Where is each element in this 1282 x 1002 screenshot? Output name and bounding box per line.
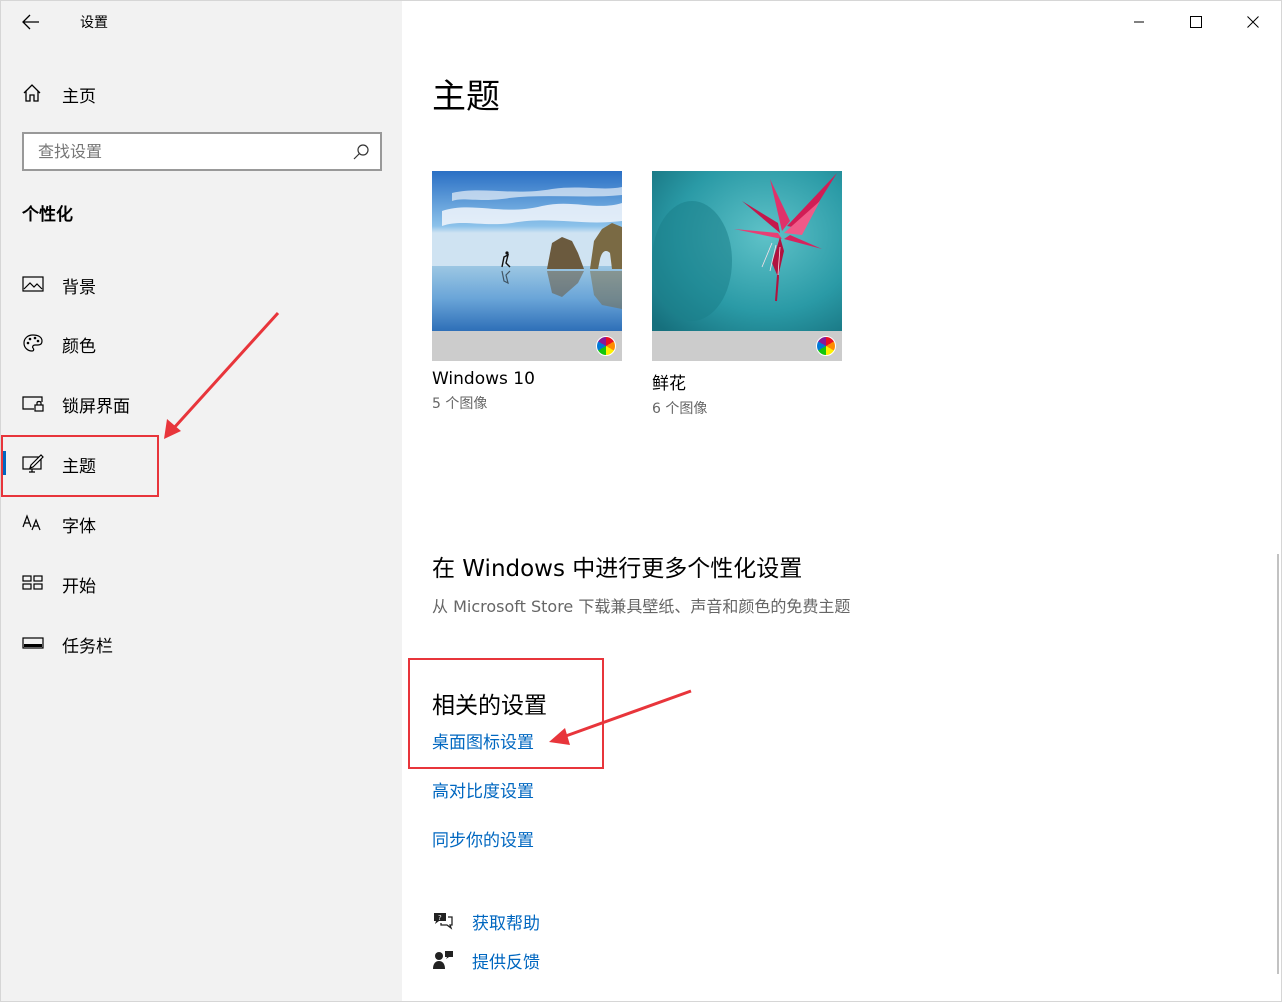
sidebar: 设置 主页 个性化 背景 <box>1 1 402 1001</box>
arrow-left-icon <box>22 14 39 30</box>
picture-icon <box>22 276 44 292</box>
sidebar-item-label: 开始 <box>62 577 96 597</box>
palette-icon <box>23 334 43 352</box>
theme-image-count: 5 个图像 <box>432 396 488 412</box>
maximize-icon <box>1189 16 1202 28</box>
taskbar-icon <box>22 637 44 649</box>
sidebar-item-start[interactable]: 开始 <box>1 559 402 607</box>
high-contrast-settings-link[interactable]: 高对比度设置 <box>432 777 534 802</box>
sidebar-item-label: 字体 <box>62 517 96 537</box>
scrollbar[interactable] <box>1277 554 1279 974</box>
store-link[interactable]: 从 Microsoft Store 下载兼具壁纸、声音和颜色的免费主题 <box>432 593 850 617</box>
lock-screen-icon <box>22 396 44 412</box>
theme-image-count: 6 个图像 <box>652 401 708 417</box>
theme-card-flowers[interactable]: 鲜花 6 个图像 <box>652 171 842 418</box>
titlebar-left: 设置 <box>1 1 402 43</box>
help-chat-icon: ? <box>434 913 453 930</box>
sidebar-item-colors[interactable]: 颜色 <box>1 319 402 367</box>
feedback-label: 提供反馈 <box>472 953 540 973</box>
search-box <box>22 132 382 171</box>
theme-thumbnail <box>432 171 622 331</box>
minimize-icon <box>1133 21 1144 23</box>
theme-strip <box>652 331 842 361</box>
maximize-button[interactable] <box>1167 1 1224 43</box>
start-icon <box>22 575 43 590</box>
theme-name: 鲜花 <box>652 374 686 394</box>
nav-home[interactable]: 主页 <box>1 73 402 113</box>
feedback-icon <box>433 951 453 969</box>
sidebar-item-label: 主题 <box>62 457 96 477</box>
sidebar-item-label: 背景 <box>62 278 96 298</box>
page-title: 主题 <box>432 77 500 117</box>
search-icon[interactable] <box>352 143 370 161</box>
home-icon <box>23 84 41 102</box>
sidebar-item-background[interactable]: 背景 <box>1 260 402 308</box>
color-wheel-icon <box>596 336 616 356</box>
sidebar-item-lock-screen[interactable]: 锁屏界面 <box>1 379 402 427</box>
close-icon <box>1246 16 1259 28</box>
theme-name: Windows 10 <box>432 369 535 389</box>
svg-text:?: ? <box>438 914 442 922</box>
more-personalization-title: 在 Windows 中进行更多个性化设置 <box>432 556 803 582</box>
section-title: 个性化 <box>22 205 73 225</box>
minimize-button[interactable] <box>1110 1 1167 43</box>
search-input[interactable] <box>24 134 344 169</box>
main-content: 主题 Windows 10 5 个图像 鲜花 6 个图像 在 Windows 中… <box>402 1 1281 1001</box>
sidebar-item-label: 颜色 <box>62 337 96 357</box>
theme-thumbnail <box>652 171 842 331</box>
window-controls <box>1110 1 1281 43</box>
desktop-icon-settings-link[interactable]: 桌面图标设置 <box>432 728 534 753</box>
close-button[interactable] <box>1224 1 1281 43</box>
theme-icon <box>22 454 44 473</box>
related-settings-title: 相关的设置 <box>432 693 547 719</box>
flower-image <box>652 171 842 331</box>
nav-home-label: 主页 <box>62 87 96 107</box>
sidebar-item-label: 锁屏界面 <box>62 397 130 417</box>
get-help-label: 获取帮助 <box>472 914 540 934</box>
back-button[interactable] <box>15 7 47 37</box>
beach-landscape-image <box>432 171 622 331</box>
font-icon <box>22 514 41 531</box>
sidebar-item-fonts[interactable]: 字体 <box>1 499 402 547</box>
sidebar-item-label: 任务栏 <box>62 637 113 657</box>
settings-window: 设置 主页 个性化 背景 <box>0 0 1282 1002</box>
color-wheel-icon <box>816 336 836 356</box>
app-title: 设置 <box>80 15 108 31</box>
sync-settings-link[interactable]: 同步你的设置 <box>432 826 534 851</box>
sidebar-item-taskbar[interactable]: 任务栏 <box>1 619 402 667</box>
theme-card-windows[interactable]: Windows 10 5 个图像 <box>432 171 622 413</box>
sidebar-item-themes[interactable]: 主题 <box>1 439 402 487</box>
theme-strip <box>432 331 622 361</box>
